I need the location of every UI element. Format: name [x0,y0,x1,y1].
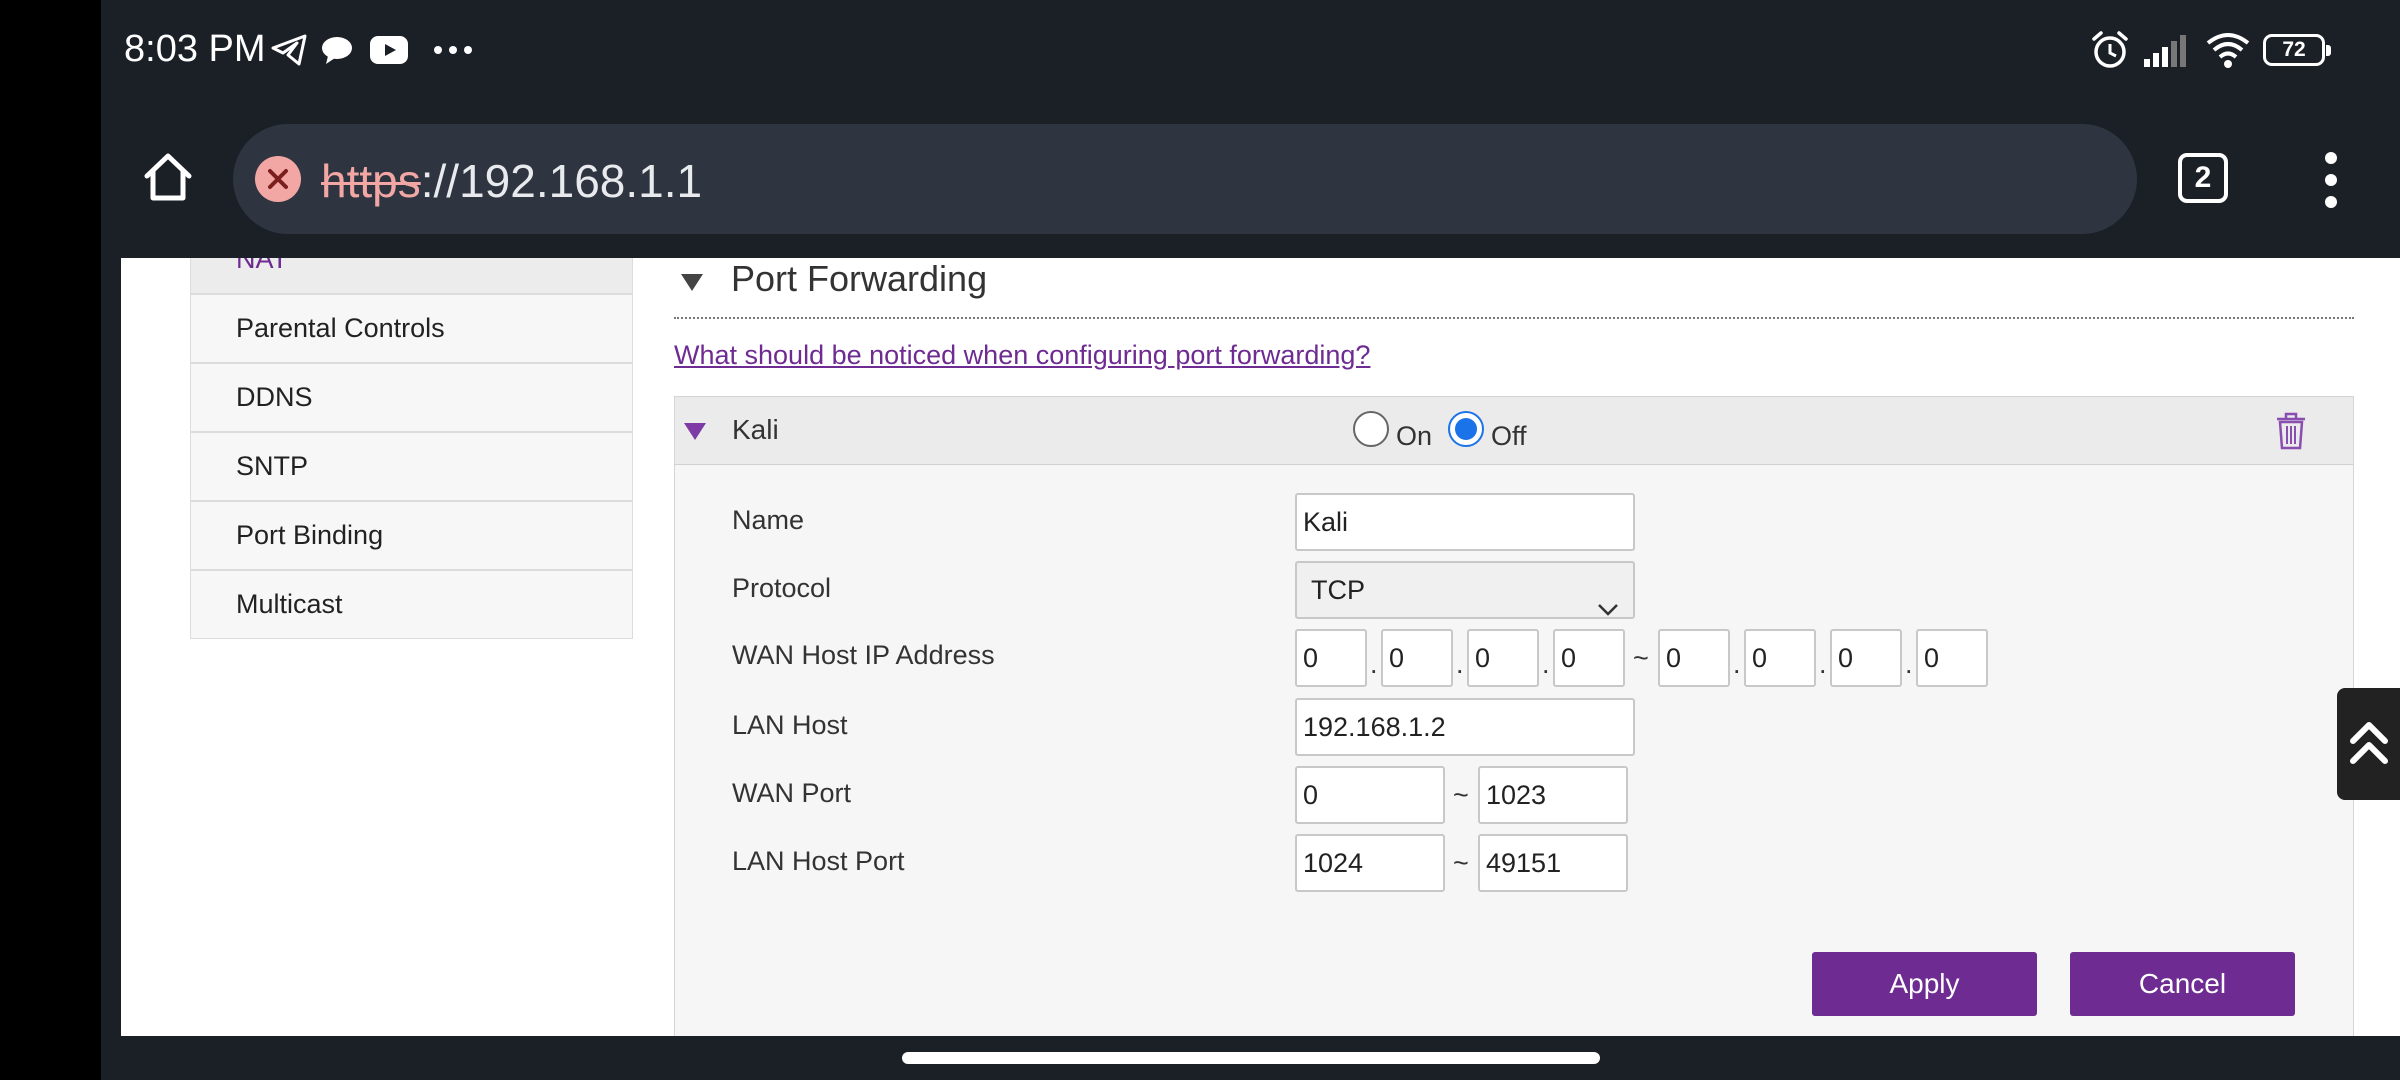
port-range-tilde: ~ [1453,848,1469,878]
cancel-button[interactable]: Cancel [2070,952,2295,1016]
protocol-value: TCP [1311,575,1365,605]
url-text[interactable]: https://192.168.1.1 [321,154,702,208]
rule-header[interactable]: Kali On Off [675,397,2353,465]
web-content: NAT Parental Controls DDNS SNTP Port Bin… [101,258,2400,1036]
wan-port-label: WAN Port [732,778,852,808]
status-bar: 8:03 PM 72 [101,0,2400,100]
off-radio-label: Off [1491,421,1527,451]
browser-toolbar: https://192.168.1.1 2 [101,100,2400,258]
sidebar-item-nat[interactable]: NAT [190,258,633,294]
apply-button[interactable]: Apply [1812,952,2037,1016]
wan-port-start-input[interactable]: 0 [1295,766,1445,824]
ip-range-tilde: ~ [1633,643,1649,673]
signal-icon [2143,30,2191,70]
wan-ip-end-octet-2[interactable]: 0 [1744,629,1816,687]
wifi-icon [2203,30,2253,70]
rule-collapse-icon[interactable] [683,421,707,446]
lan-port-start-input[interactable]: 1024 [1295,834,1445,892]
ip-dot: . [1370,649,1378,679]
browser-menu-icon[interactable] [2321,152,2341,208]
chat-bubble-icon [317,30,357,70]
help-link[interactable]: What should be noticed when configuring … [674,340,1370,371]
wan-ip-start-octet-2[interactable]: 0 [1381,629,1453,687]
lan-host-label: LAN Host [732,710,848,740]
ip-dot: . [1542,649,1550,679]
sidebar-item-ddns[interactable]: DDNS [190,363,633,432]
chevron-down-icon [1597,581,1619,635]
protocol-select[interactable]: TCP [1295,561,1635,619]
ip-dot: . [1456,649,1464,679]
sidebar-item-parental-controls[interactable]: Parental Controls [190,294,633,363]
port-range-tilde: ~ [1453,780,1469,810]
wan-ip-end-octet-3[interactable]: 0 [1830,629,1902,687]
wan-port-end-input[interactable]: 1023 [1478,766,1628,824]
sidebar-item-port-binding[interactable]: Port Binding [190,501,633,570]
rule-name: Kali [732,414,779,445]
name-input[interactable]: Kali [1295,493,1635,551]
status-time: 8:03 PM [124,28,266,70]
alarm-icon [2089,30,2131,70]
url-host: ://192.168.1.1 [420,155,703,207]
home-icon[interactable] [141,150,195,204]
wan-ip-label: WAN Host IP Address [732,640,995,670]
name-label: Name [732,505,805,535]
lan-port-end-input[interactable]: 49151 [1478,834,1628,892]
ip-dot: . [1733,649,1741,679]
on-radio[interactable] [1353,411,1389,447]
trash-icon[interactable] [2273,411,2309,451]
off-radio[interactable] [1448,411,1484,447]
more-dots-icon [431,30,475,70]
youtube-icon [367,30,411,70]
on-radio-label: On [1396,421,1433,451]
section-divider [674,317,2354,319]
double-chevron-up-icon [2349,722,2388,764]
phone-screen: 8:03 PM 72 https://192.168.1.1 2 NAT Par… [101,0,2400,1080]
wan-ip-start-octet-1[interactable]: 0 [1295,629,1367,687]
lan-port-label: LAN Host Port [732,846,905,876]
battery-icon: 72 [2263,34,2331,66]
rule-panel: Kali On Off Name Kali Protocol TCP WAN H… [674,396,2354,1036]
insecure-connection-icon[interactable] [255,156,301,202]
protocol-label: Protocol [732,573,832,603]
tab-switcher-button[interactable]: 2 [2178,153,2228,203]
address-bar[interactable]: https://192.168.1.1 [233,124,2137,234]
ip-dot: . [1905,649,1913,679]
collapse-triangle-icon[interactable] [680,272,704,297]
wan-ip-start-octet-3[interactable]: 0 [1467,629,1539,687]
lan-host-input[interactable]: 192.168.1.2 [1295,698,1635,756]
wan-ip-end-octet-4[interactable]: 0 [1916,629,1988,687]
scroll-to-top-button[interactable] [2337,688,2400,800]
wan-ip-end-octet-1[interactable]: 0 [1658,629,1730,687]
home-indicator[interactable] [902,1052,1600,1064]
section-title: Port Forwarding [731,258,988,299]
sidebar-item-sntp[interactable]: SNTP [190,432,633,501]
url-scheme: https [321,155,421,207]
ip-dot: . [1819,649,1827,679]
telegram-icon [269,30,309,70]
wan-ip-start-octet-4[interactable]: 0 [1553,629,1625,687]
system-nav-bar [101,1036,2400,1080]
sidebar-item-multicast[interactable]: Multicast [190,570,633,639]
